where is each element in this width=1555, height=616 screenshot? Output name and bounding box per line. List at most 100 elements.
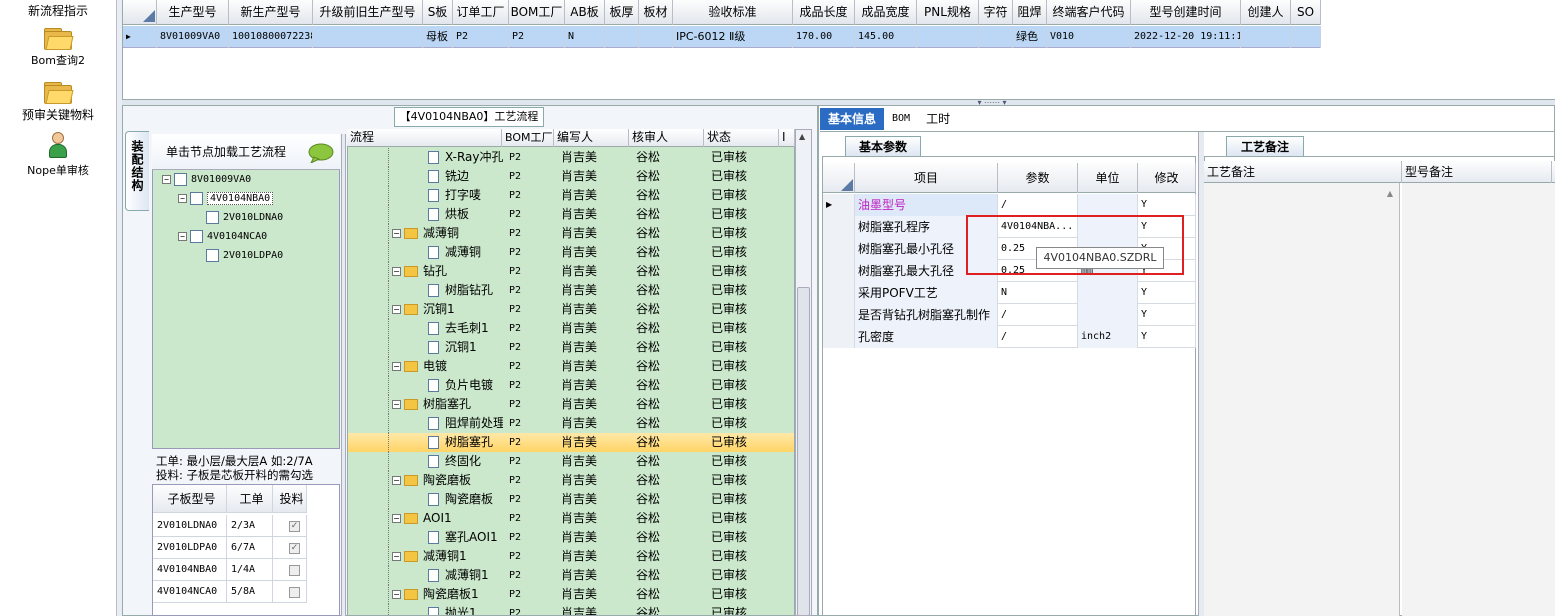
column-header[interactable]: I (779, 129, 795, 147)
table-row[interactable]: 2V010LDPA0 6/7A ✓ (153, 537, 307, 559)
flow-row[interactable]: 终固化 P2 肖吉美 谷松 已审核 (348, 452, 794, 471)
column-header[interactable]: 订单工厂 (453, 0, 509, 25)
subboard-work[interactable]: 5/8A (227, 581, 273, 603)
flow-row[interactable]: 沉铜1 P2 肖吉美 谷松 已审核 (348, 338, 794, 357)
column-header[interactable]: 阻焊 (1013, 0, 1047, 25)
table-cell[interactable]: V010 (1047, 26, 1131, 48)
tree-node[interactable]: − 8V01009VA0 (162, 172, 251, 188)
expand-toggle-icon[interactable]: − (392, 305, 401, 314)
column-header[interactable]: 项目 (855, 163, 998, 193)
scroll-up-icon[interactable]: ▲ (1387, 189, 1393, 198)
expand-toggle-icon[interactable]: − (392, 590, 401, 599)
flow-row[interactable]: − 减薄铜 P2 肖吉美 谷松 已审核 (348, 224, 794, 243)
flow-row[interactable]: − 减薄铜1 P2 肖吉美 谷松 已审核 (348, 547, 794, 566)
expand-toggle-icon[interactable]: − (392, 267, 401, 276)
table-cell[interactable] (313, 26, 423, 48)
table-cell[interactable]: P2 (509, 26, 565, 48)
feed-checkbox[interactable] (289, 586, 300, 598)
column-header[interactable]: 升级前旧生产型号 (313, 0, 423, 25)
nav-pre-review[interactable]: 预审关键物料 (0, 76, 116, 123)
flow-row[interactable]: X-Ray冲孔 P2 肖吉美 谷松 已审核 (348, 148, 794, 167)
expand-toggle-icon[interactable]: − (392, 514, 401, 523)
table-cell[interactable] (979, 26, 1013, 48)
process-notes-area[interactable]: ▲ (1204, 183, 1400, 616)
flow-row[interactable]: 打字唛 P2 肖吉美 谷松 已审核 (348, 186, 794, 205)
table-cell[interactable]: IPC-6012 Ⅱ级 (673, 26, 793, 48)
param-value[interactable]: N (998, 282, 1078, 304)
subboard-work[interactable]: 6/7A (227, 537, 273, 559)
param-value[interactable]: / (998, 304, 1078, 326)
flow-row[interactable]: − 陶瓷磨板1 P2 肖吉美 谷松 已审核 (348, 585, 794, 604)
table-cell[interactable] (605, 26, 639, 48)
flow-row[interactable]: − AOI1 P2 肖吉美 谷松 已审核 (348, 509, 794, 528)
table-row[interactable]: 4V0104NBA0 1/4A (153, 559, 307, 581)
expand-toggle-icon[interactable]: − (162, 174, 171, 184)
table-cell[interactable]: 10010800072238 (229, 26, 313, 48)
column-header[interactable]: 核审人 (629, 129, 704, 147)
flow-row[interactable]: 树脂塞孔 P2 肖吉美 谷松 已审核 (348, 433, 794, 452)
flow-row[interactable]: 铣边 P2 肖吉美 谷松 已审核 (348, 167, 794, 186)
flow-row[interactable]: − 沉铜1 P2 肖吉美 谷松 已审核 (348, 300, 794, 319)
expand-toggle-icon[interactable]: − (178, 193, 187, 203)
param-value[interactable]: / (998, 194, 1078, 216)
table-cell[interactable]: 母板 (423, 26, 453, 48)
column-header[interactable]: 修改 (1138, 163, 1196, 193)
expand-toggle-icon[interactable]: − (392, 476, 401, 485)
tab-bom[interactable]: BOM (884, 108, 918, 130)
table-cell[interactable] (639, 26, 673, 48)
column-header[interactable]: 投料 (273, 485, 307, 513)
column-header[interactable]: 生产型号 (157, 0, 229, 25)
param-edit[interactable]: Y (1138, 282, 1196, 304)
table-cell[interactable]: 170.00 (793, 26, 855, 48)
table-cell[interactable]: P2 (453, 26, 509, 48)
column-header[interactable]: 参数 (998, 163, 1078, 193)
nav-bom-query[interactable]: Bom查询2 (0, 22, 116, 68)
column-header[interactable]: 创建人 (1241, 0, 1291, 25)
flow-row[interactable]: − 钻孔 P2 肖吉美 谷松 已审核 (348, 262, 794, 281)
flow-scroll-thumb[interactable] (797, 287, 810, 616)
column-header[interactable]: 状态 (704, 129, 779, 147)
tree-node[interactable]: 2V010LDNA0 (194, 210, 283, 226)
tab-process-notes[interactable]: 工艺备注 (1226, 136, 1304, 156)
feed-checkbox[interactable] (289, 564, 300, 576)
flow-row[interactable]: 阻焊前处理 P2 肖吉美 谷松 已审核 (348, 414, 794, 433)
tab-work-hours[interactable]: 工时 (918, 108, 958, 130)
expand-toggle-icon[interactable]: − (392, 552, 401, 561)
column-header[interactable]: SO (1291, 0, 1321, 25)
expand-toggle-icon[interactable]: − (178, 231, 187, 241)
feed-checkbox[interactable]: ✓ (289, 542, 300, 554)
table-cell[interactable]: 145.00 (855, 26, 917, 48)
flow-row[interactable]: 负片电镀 P2 肖吉美 谷松 已审核 (348, 376, 794, 395)
column-header[interactable]: 编写人 (554, 129, 629, 147)
tab-basic-info[interactable]: 基本信息 (820, 108, 885, 130)
column-header[interactable]: BOM工厂 (509, 0, 565, 25)
table-cell[interactable]: 2022-12-20 19:11:18 (1131, 26, 1241, 48)
table-cell[interactable] (1291, 26, 1321, 48)
tab-basic-params[interactable]: 基本参数 (845, 136, 921, 156)
column-header[interactable]: AB板 (565, 0, 605, 25)
nav-nope-review[interactable]: Nope单审核 (0, 130, 116, 178)
tree-node[interactable]: − 4V0104NBA0 (178, 191, 274, 207)
column-header[interactable]: 成品长度 (793, 0, 855, 25)
flow-row[interactable]: − 树脂塞孔 P2 肖吉美 谷松 已审核 (348, 395, 794, 414)
table-row[interactable]: 4V0104NCA0 5/8A (153, 581, 307, 603)
comment-icon[interactable] (308, 143, 334, 163)
tree-node[interactable]: 2V010LDPA0 (194, 248, 283, 264)
expand-toggle-icon[interactable]: − (392, 400, 401, 409)
model-notes-area[interactable] (1402, 183, 1555, 616)
flow-row[interactable]: 陶瓷磨板 P2 肖吉美 谷松 已审核 (348, 490, 794, 509)
expand-toggle-icon[interactable]: − (392, 229, 401, 238)
flow-row[interactable]: 烘板 P2 肖吉美 谷松 已审核 (348, 205, 794, 224)
feed-checkbox[interactable]: ✓ (289, 520, 300, 532)
param-value[interactable]: / (998, 326, 1078, 348)
flow-row[interactable]: 去毛刺1 P2 肖吉美 谷松 已审核 (348, 319, 794, 338)
flow-row[interactable]: 减薄铜 P2 肖吉美 谷松 已审核 (348, 243, 794, 262)
flow-row[interactable]: − 陶瓷磨板 P2 肖吉美 谷松 已审核 (348, 471, 794, 490)
column-header[interactable]: BOM工厂 (502, 129, 554, 147)
table-row[interactable]: 2V010LDNA0 2/3A ✓ (153, 515, 307, 537)
scroll-up-icon[interactable]: ▲ (799, 132, 805, 141)
nav-new-flow[interactable]: 新流程指示 (0, 2, 116, 19)
tree-node[interactable]: − 4V0104NCA0 (178, 229, 267, 245)
column-header[interactable]: PNL规格 (917, 0, 979, 25)
table-cell[interactable]: 绿色 (1013, 26, 1047, 48)
